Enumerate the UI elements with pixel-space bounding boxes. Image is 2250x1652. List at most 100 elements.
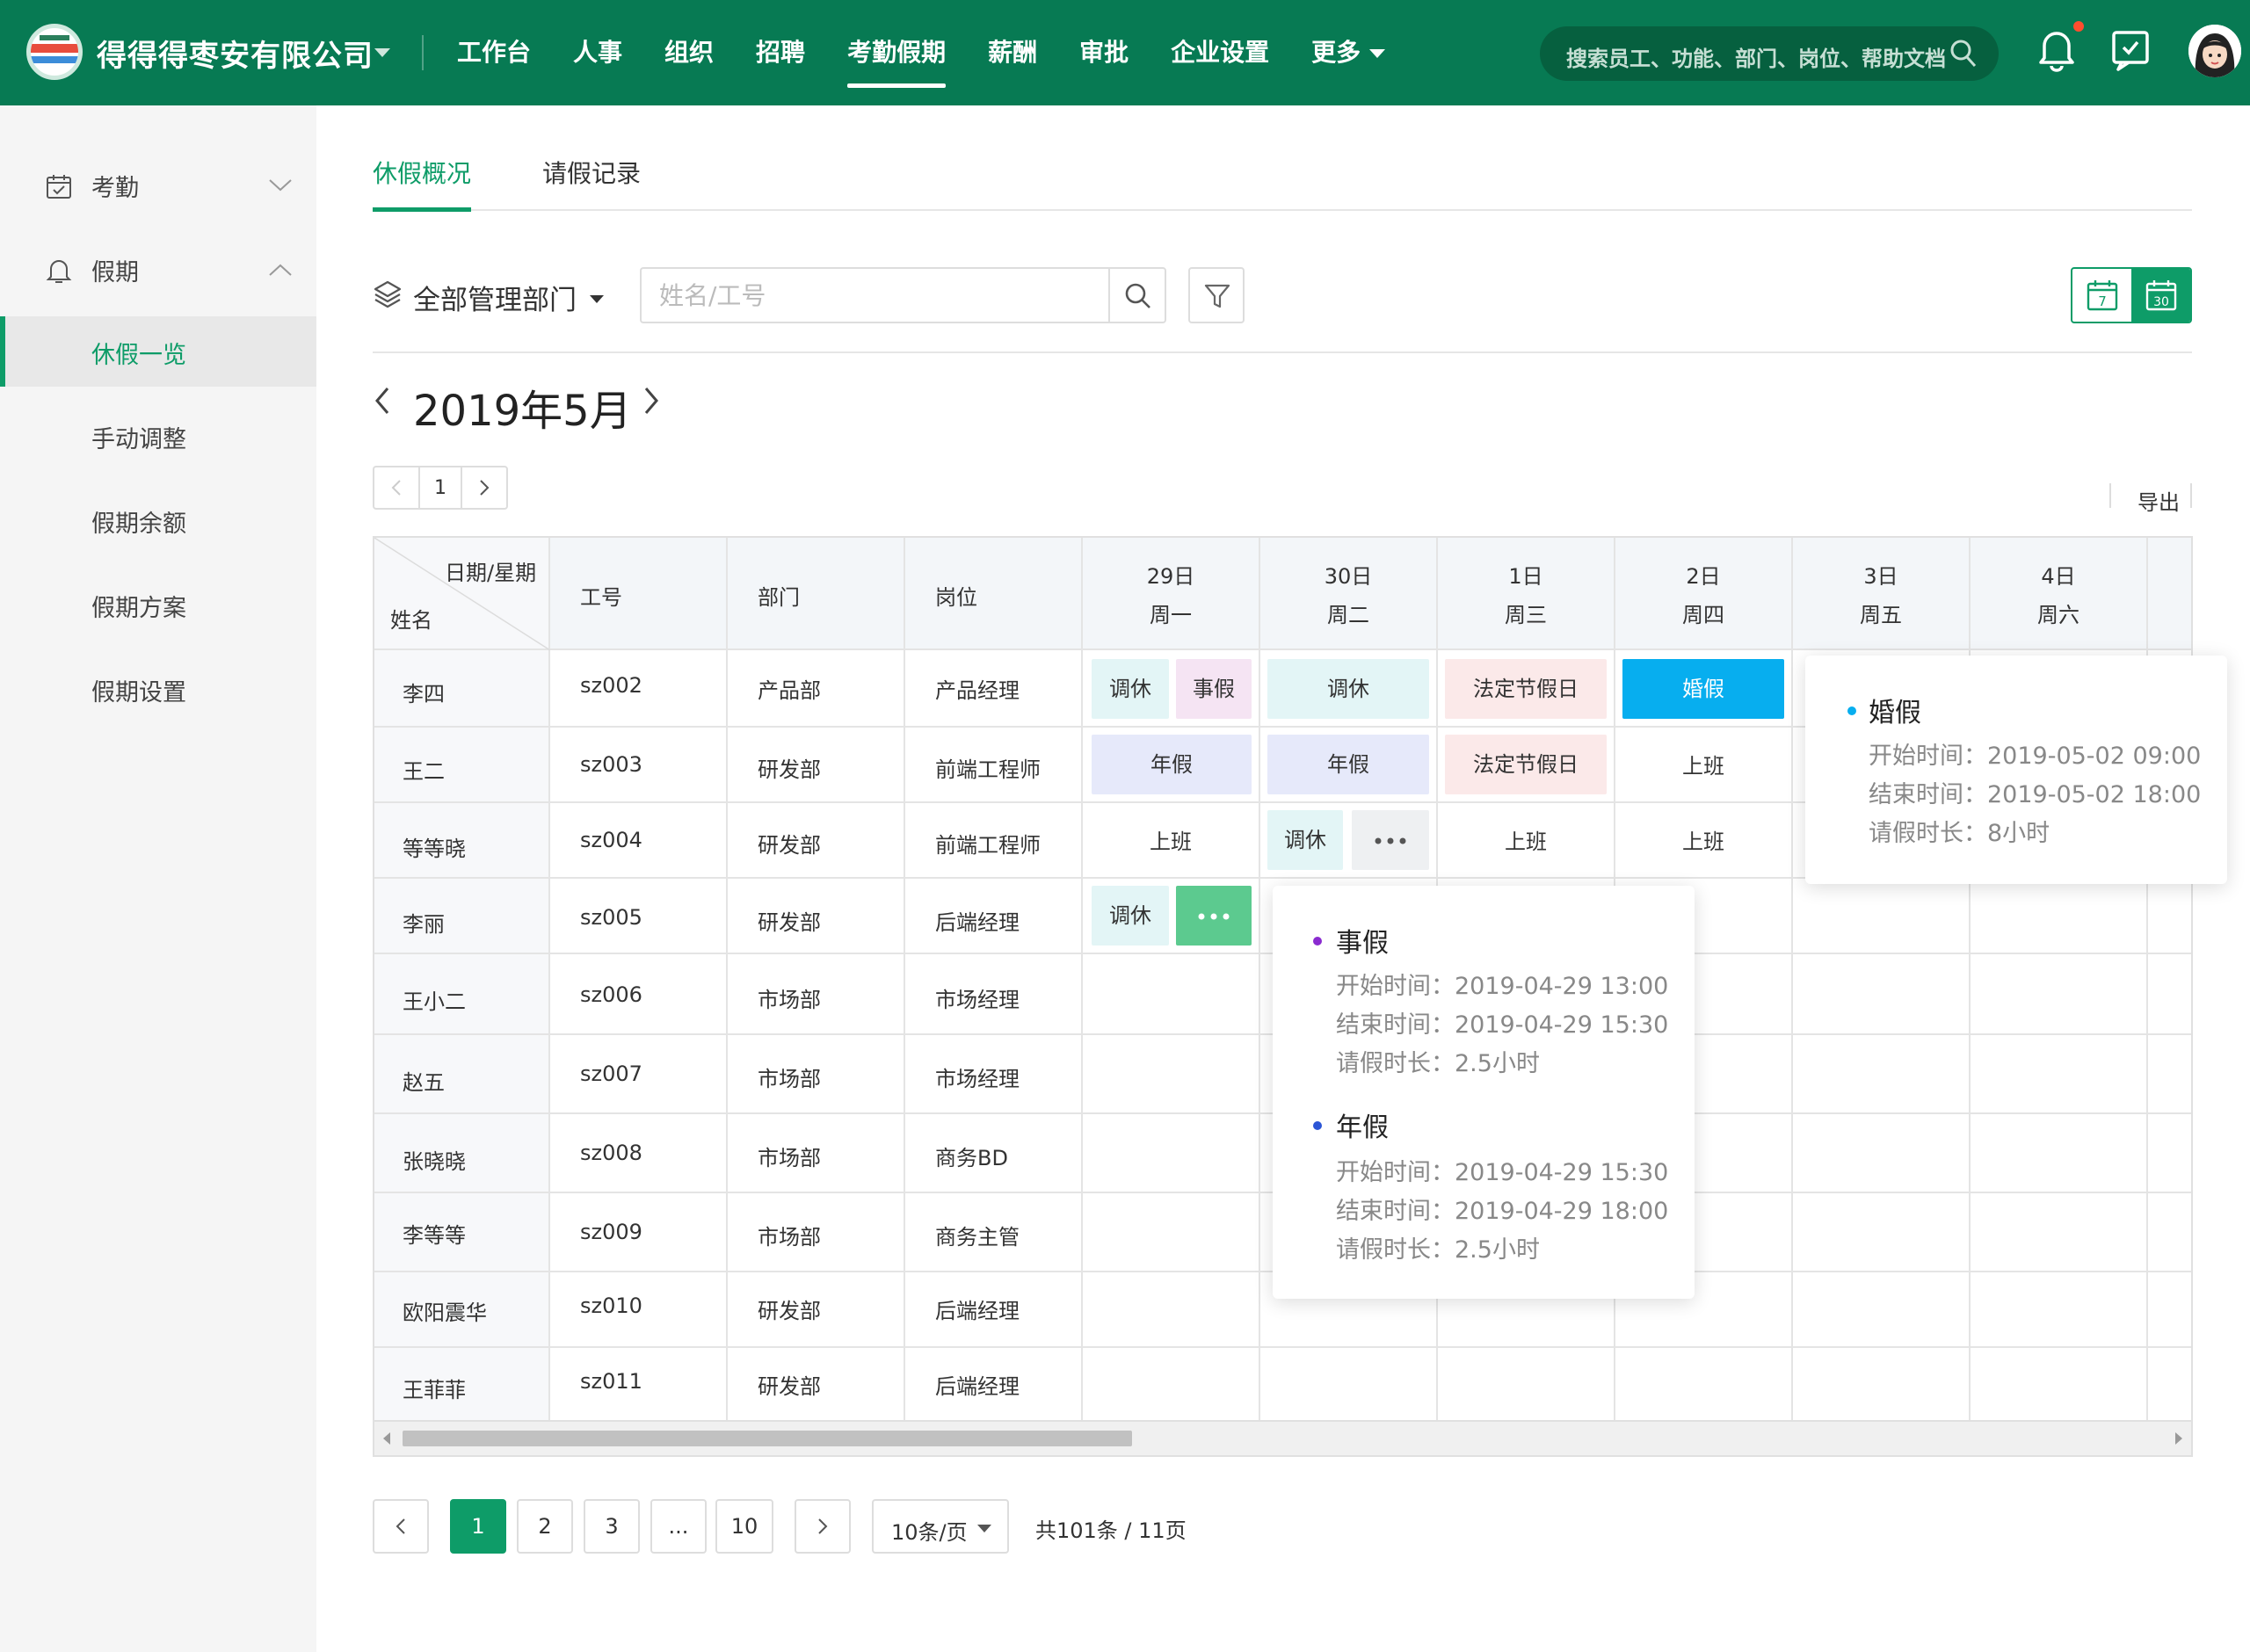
header-day-date: 29日	[1146, 564, 1195, 589]
row-name: 等等晓	[403, 837, 466, 861]
leave-tag-holiday[interactable]: 法定节假日	[1445, 735, 1607, 794]
chevron-down-icon	[1369, 49, 1386, 58]
header-day-date: 30日	[1324, 564, 1373, 589]
row-position: 前端工程师	[935, 833, 1041, 858]
bell-icon[interactable]	[2037, 26, 2076, 72]
pagination-prev[interactable]	[373, 1499, 429, 1554]
row-name: 王小二	[403, 989, 466, 1014]
nav-item-org[interactable]: 组织	[664, 0, 714, 105]
name-search-input[interactable]	[640, 267, 1109, 323]
leave-tag-comp-off[interactable]: 调休	[1092, 886, 1169, 946]
horizontal-scrollbar[interactable]	[373, 1422, 2193, 1457]
company-dropdown-icon[interactable]	[374, 48, 390, 57]
avatar[interactable]	[2188, 25, 2241, 77]
message-icon[interactable]	[2111, 30, 2150, 72]
nav-item-salary[interactable]: 薪酬	[988, 0, 1037, 105]
row-position: 后端经理	[935, 1299, 1020, 1323]
leave-tag-annual[interactable]: 年假	[1092, 735, 1252, 794]
pagination-page[interactable]: 1	[450, 1499, 506, 1554]
nav-item-more[interactable]: 更多	[1311, 0, 1386, 105]
leave-tag-comp-off[interactable]: 调休	[1267, 810, 1343, 870]
row-department: 研发部	[758, 910, 821, 935]
svg-text:7: 7	[2098, 293, 2107, 309]
nav-item-approval[interactable]: 审批	[1079, 0, 1129, 105]
sidebar-item-leave-balance[interactable]: 假期余额	[0, 485, 316, 555]
pagination-next[interactable]	[795, 1499, 851, 1554]
sidebar-item-leave-overview[interactable]: 休假一览	[0, 316, 316, 387]
pagination-page[interactable]: 10	[715, 1499, 773, 1554]
chevron-right-icon[interactable]	[642, 385, 661, 417]
pagination-page[interactable]: 2	[517, 1499, 573, 1554]
week-view-button[interactable]: 7	[2072, 269, 2131, 322]
nav-item-settings[interactable]: 企业设置	[1171, 0, 1269, 105]
tab-bar: 休假概况 请假记录	[373, 141, 2192, 212]
scroll-left-icon[interactable]	[383, 1432, 390, 1445]
row-department: 产品部	[758, 678, 821, 703]
pagination-page[interactable]: 3	[584, 1499, 640, 1554]
tab-leave-overview[interactable]: 休假概况	[373, 155, 471, 190]
svg-text:30: 30	[2153, 295, 2169, 309]
popover-leave-title: 事假	[1336, 928, 1389, 959]
scrollbar-thumb[interactable]	[403, 1431, 1132, 1446]
row-name: 李丽	[403, 912, 445, 937]
workday-cell: 上班	[1505, 830, 1547, 854]
search-button[interactable]	[1108, 267, 1166, 323]
row-name: 李等等	[403, 1223, 466, 1248]
divider	[2190, 483, 2192, 508]
sidebar-group-attendance[interactable]: 考勤	[0, 155, 316, 216]
leave-type-dot	[1313, 1121, 1322, 1130]
leave-tag-comp-off[interactable]: 调休	[1267, 659, 1429, 719]
row-employee-id: sz010	[580, 1293, 642, 1318]
row-name: 赵五	[403, 1070, 445, 1095]
leave-type-dot	[1847, 706, 1856, 715]
month-view-button[interactable]: 30	[2131, 269, 2190, 322]
sidebar-item-manual-adjust[interactable]: 手动调整	[0, 401, 316, 471]
filter-button[interactable]	[1188, 267, 1245, 323]
more-leaves-button[interactable]	[1352, 810, 1429, 870]
divider	[373, 351, 2192, 353]
sidebar-item-leave-settings[interactable]: 假期设置	[0, 654, 316, 724]
mini-pager-next[interactable]	[462, 467, 506, 508]
row-department: 市场部	[758, 988, 821, 1012]
tab-leave-records[interactable]: 请假记录	[542, 155, 641, 190]
leave-tag-marriage[interactable]: 婚假	[1622, 659, 1784, 719]
header-department: 部门	[758, 585, 800, 610]
export-button[interactable]: 导出	[2138, 485, 2180, 516]
company-logo[interactable]	[26, 24, 83, 80]
pagination-ellipsis[interactable]: ...	[650, 1499, 707, 1554]
company-name[interactable]: 得得得枣安有限公司	[97, 32, 374, 75]
leave-tag-personal[interactable]: 事假	[1176, 659, 1252, 719]
more-dots-icon	[1375, 837, 1406, 844]
popover-start-time: 开始时间：2019-04-29 15:30	[1336, 1159, 1669, 1186]
nav-item-hr[interactable]: 人事	[573, 0, 622, 105]
header-position: 岗位	[935, 585, 977, 610]
mini-pager-current[interactable]: 1	[418, 467, 462, 508]
row-employee-id: sz003	[580, 752, 642, 777]
more-leaves-button[interactable]	[1176, 886, 1252, 946]
department-select[interactable]: 全部管理部门	[413, 278, 577, 317]
chevron-up-icon	[269, 264, 292, 276]
mini-pager-prev[interactable]	[374, 467, 418, 508]
chevron-left-icon[interactable]	[373, 385, 392, 417]
nav-item-workbench[interactable]: 工作台	[457, 0, 531, 105]
sidebar-group-leave[interactable]: 假期	[0, 239, 316, 301]
chevron-left-icon	[396, 1518, 405, 1534]
caret-down-icon[interactable]	[590, 295, 604, 303]
row-name: 张晓晓	[403, 1149, 466, 1174]
page-size-select[interactable]: 10条/页	[872, 1499, 1009, 1554]
sidebar: 考勤 假期 休假一览 手动调整 假期余额 假期方案 假期设置	[0, 105, 316, 1652]
leave-tag-comp-off[interactable]: 调休	[1092, 659, 1169, 719]
leave-list-popover: 事假 开始时间：2019-04-29 13:00 结束时间：2019-04-29…	[1273, 886, 1695, 1299]
header-day-date: 2日	[1686, 564, 1721, 589]
sidebar-item-label: 假期余额	[91, 511, 186, 538]
row-employee-id: sz007	[580, 1061, 642, 1086]
grid-line	[548, 538, 550, 1420]
nav-item-attendance-leave[interactable]: 考勤假期	[847, 0, 947, 105]
header-day-weekday: 周五	[1860, 603, 1902, 627]
nav-item-recruit[interactable]: 招聘	[756, 0, 805, 105]
sidebar-item-leave-plan[interactable]: 假期方案	[0, 569, 316, 640]
leave-tag-annual[interactable]: 年假	[1267, 735, 1429, 794]
leave-tag-holiday[interactable]: 法定节假日	[1445, 659, 1607, 719]
global-search[interactable]: 搜索员工、功能、部门、岗位、帮助文档	[1540, 26, 1999, 81]
scroll-right-icon[interactable]	[2175, 1432, 2182, 1445]
